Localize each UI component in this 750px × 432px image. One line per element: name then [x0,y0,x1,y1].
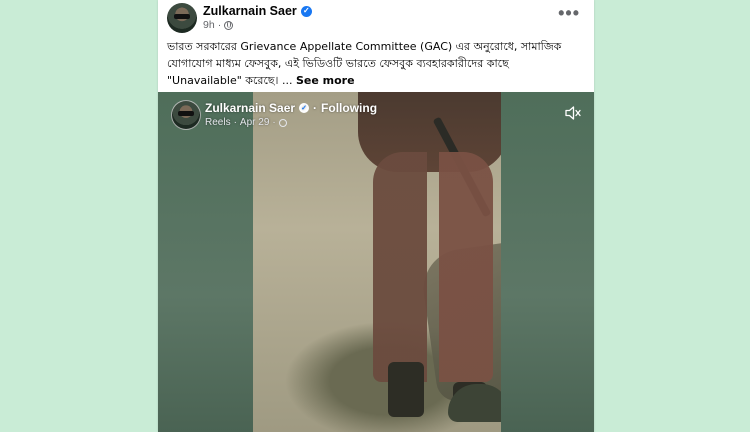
see-more-link[interactable]: See more [296,74,355,87]
reel-author-name[interactable]: Zulkarnain Saer [205,101,295,115]
following-button[interactable]: Following [321,101,377,115]
post-text: ভারত সরকারের Grievance Appellate Committ… [167,38,577,89]
reel-author: Zulkarnain Saer ✓ · Following [205,101,377,115]
reel-source[interactable]: Reels [205,117,231,128]
speaker-muted-icon[interactable] [564,105,582,121]
reel-date[interactable]: Apr 29 [240,117,269,128]
post-meta: 9h · [203,19,234,31]
more-options-icon[interactable]: ••• [558,4,580,22]
video-blur-right [501,92,594,432]
globe-icon[interactable] [224,20,234,30]
reel-follow-separator: · [313,101,318,115]
reel-meta: Reels · Apr 29 · [205,117,287,128]
standing-soldier-legs [373,152,493,382]
video-blur-left [158,92,253,432]
reel-globe-icon [278,118,287,127]
boot-left [388,362,424,417]
post-time[interactable]: 9h [203,19,215,31]
reel-video[interactable]: Zulkarnain Saer ✓ · Following Reels · Ap… [158,92,594,432]
author-avatar[interactable] [167,3,197,33]
post-card: Zulkarnain Saer ✓ 9h · ••• ভারত সরকারের … [158,0,594,432]
reel-meta-separator: · [233,117,237,128]
post-author: Zulkarnain Saer ✓ [203,4,312,18]
post-body: ভারত সরকারের Grievance Appellate Committ… [167,40,562,87]
author-name[interactable]: Zulkarnain Saer [203,4,297,18]
reel-meta-separator-2: · [272,117,276,128]
reel-verified-badge-icon: ✓ [299,103,310,113]
verified-badge-icon: ✓ [300,5,312,17]
reel-author-avatar[interactable] [171,100,201,130]
meta-separator: · [217,19,222,31]
video-frame [253,92,594,432]
